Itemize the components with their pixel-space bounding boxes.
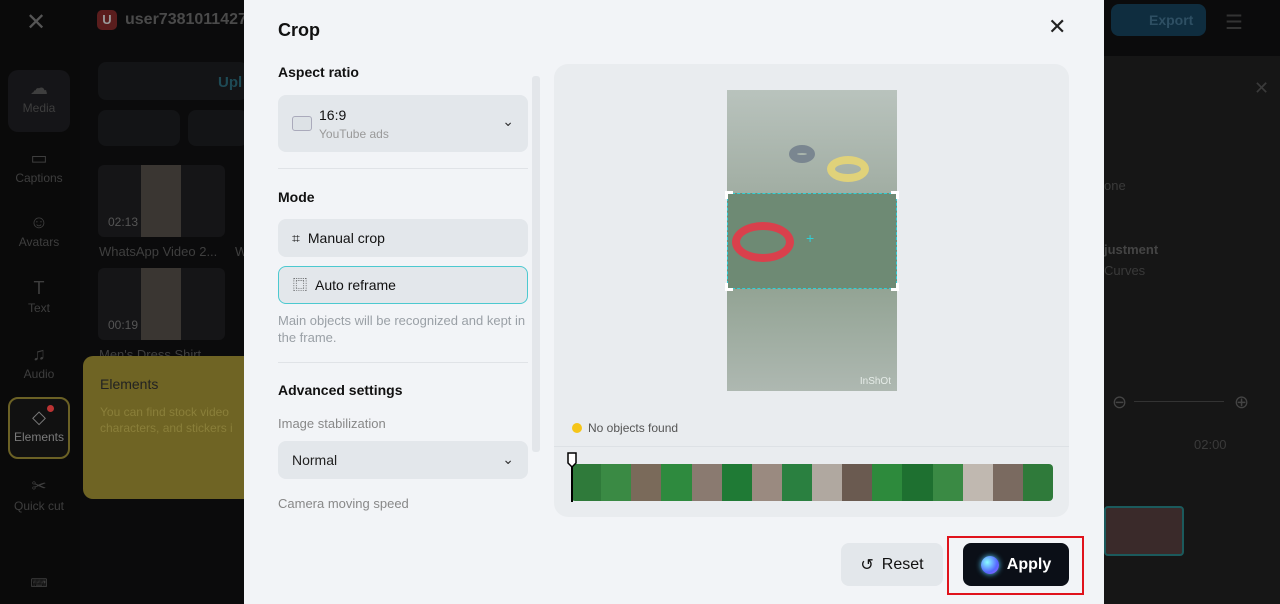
- sidebar-item-avatars[interactable]: ☺ Avatars: [8, 212, 70, 249]
- timeline-frame: [781, 464, 812, 501]
- crop-dialog: Crop ✕ Aspect ratio 16:9 YouTube ads ⌄ M…: [244, 0, 1104, 604]
- user-info[interactable]: Uuser7381011427: [97, 10, 247, 30]
- crop-icon: ⌗: [292, 229, 300, 246]
- timeline-frame: [691, 464, 722, 501]
- detection-status: No objects found: [572, 421, 678, 435]
- keyboard-icon[interactable]: ⌨: [8, 576, 70, 590]
- close-icon[interactable]: ✕: [1048, 14, 1066, 40]
- manual-crop-option[interactable]: ⌗ Manual crop: [278, 219, 528, 257]
- elements-icon: ◇: [32, 407, 46, 427]
- mode-heading: Mode: [278, 189, 315, 205]
- crop-handle[interactable]: [725, 191, 733, 199]
- center-crosshair-icon: +: [806, 230, 815, 246]
- highlight-box: [947, 536, 1084, 595]
- media-thumb[interactable]: 00:19: [98, 268, 225, 340]
- phone-tab[interactable]: [98, 110, 180, 146]
- auto-reframe-icon: ⿴: [293, 277, 307, 293]
- stabilization-select[interactable]: Normal ⌄: [278, 441, 528, 479]
- music-icon: ♫: [32, 344, 46, 364]
- timeline-frame: [962, 464, 993, 501]
- sidebar-item-captions[interactable]: ▭ Captions: [8, 148, 70, 185]
- timeline-frame: [631, 464, 662, 501]
- timeline-frame: [812, 464, 843, 501]
- timeline-frame: [1022, 464, 1053, 501]
- dialog-title: Crop: [278, 20, 320, 40]
- tire: [827, 156, 869, 182]
- tire: [789, 145, 815, 163]
- timeline-frame: [751, 464, 782, 501]
- reset-button[interactable]: ↺ Reset: [841, 543, 943, 586]
- upload-button[interactable]: Upl: [98, 62, 248, 100]
- sidebar-item-elements[interactable]: ◇ Elements: [8, 397, 70, 459]
- stabilization-label: Image stabilization: [278, 416, 386, 431]
- aspect-ratio-select[interactable]: 16:9 YouTube ads ⌄: [278, 95, 528, 152]
- mode-hint: Main objects will be recognized and kept…: [278, 313, 526, 345]
- divider: [278, 362, 528, 363]
- captions-icon: ▭: [30, 148, 48, 168]
- zoom-slider[interactable]: [1134, 401, 1224, 402]
- watermark: InShOt: [859, 376, 891, 387]
- capcut-logo-icon: ✕: [26, 9, 47, 36]
- timeline-frame: [601, 464, 632, 501]
- media-name: WhatsApp Video 2...: [99, 244, 218, 259]
- settings-panel: Aspect ratio 16:9 YouTube ads ⌄ Mode ⌗ Ma…: [278, 64, 528, 524]
- text-icon: T: [33, 278, 45, 298]
- advanced-settings-heading: Advanced settings: [278, 382, 403, 398]
- timeline-frame: [872, 464, 903, 501]
- tire: [732, 222, 794, 262]
- timeline-frame: [932, 464, 963, 501]
- close-icon[interactable]: ✕: [1254, 78, 1269, 99]
- reset-icon: ↺: [860, 556, 874, 574]
- right-panel: ✕ one justment Curves ⊖ ⊕ 02:00: [1104, 56, 1280, 604]
- timeline-frame: [721, 464, 752, 501]
- cloud-upload-icon: ☁: [30, 78, 48, 98]
- divider: [554, 446, 1069, 447]
- timeline-clip[interactable]: [1104, 506, 1184, 556]
- avatar-icon: ☺: [29, 212, 49, 232]
- warning-icon: [572, 423, 582, 433]
- crop-handle[interactable]: [891, 283, 899, 291]
- export-button[interactable]: Export: [1111, 4, 1206, 36]
- sidebar-item-audio[interactable]: ♫ Audio: [8, 344, 70, 381]
- sidebar-item-text[interactable]: T Text: [8, 278, 70, 315]
- sidebar: ✕ ☁ Media ▭ Captions ☺ Avatars T Text ♫ Audio…: [0, 0, 80, 604]
- sidebar-item-quick-cut[interactable]: ✂ Quick cut: [8, 476, 70, 513]
- notification-dot: [47, 405, 54, 412]
- auto-reframe-option[interactable]: ⿴ Auto reframe: [278, 266, 528, 304]
- video-preview: InShOt + No objects found: [554, 64, 1069, 517]
- camera-tab[interactable]: [188, 110, 248, 146]
- frame-timeline[interactable]: [571, 464, 1053, 501]
- aspect-ratio-icon: [292, 116, 312, 131]
- timeline-frame: [842, 464, 873, 501]
- layers-icon[interactable]: ☰: [1225, 10, 1243, 35]
- chevron-down-icon: ⌄: [502, 113, 514, 129]
- timeline-frame: [661, 464, 692, 501]
- sidebar-item-media[interactable]: ☁ Media: [8, 70, 70, 132]
- crop-handle[interactable]: [725, 283, 733, 291]
- quick-cut-icon: ✂: [31, 476, 47, 496]
- timeline-frame: [992, 464, 1023, 501]
- camera-speed-label: Camera moving speed: [278, 496, 409, 511]
- zoom-out-icon[interactable]: ⊖: [1112, 392, 1127, 413]
- playhead[interactable]: [567, 452, 577, 502]
- aspect-ratio-heading: Aspect ratio: [278, 64, 359, 80]
- chevron-down-icon: ⌄: [502, 451, 514, 467]
- timeline-frame: [902, 464, 933, 501]
- crop-handle[interactable]: [891, 191, 899, 199]
- crop-box[interactable]: +: [725, 191, 899, 291]
- zoom-in-icon[interactable]: ⊕: [1234, 392, 1249, 413]
- media-thumb[interactable]: 02:13: [98, 165, 225, 237]
- scrollbar[interactable]: [532, 76, 540, 452]
- divider: [278, 168, 528, 169]
